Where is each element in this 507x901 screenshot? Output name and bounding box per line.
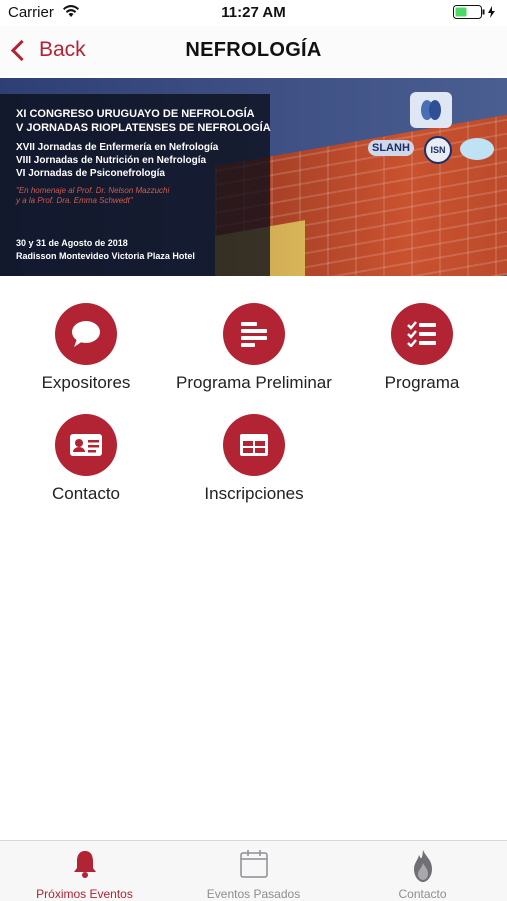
menu-item-programa[interactable]: Programa xyxy=(342,303,502,393)
tab-bar: Próximos Eventos Eventos Pasados Contact… xyxy=(0,840,507,901)
calendar-icon xyxy=(169,849,338,879)
menu-item-contacto[interactable]: Contacto xyxy=(6,414,166,504)
tab-label-contacto: Contacto xyxy=(398,887,447,901)
menu-item-expositores[interactable]: Expositores xyxy=(6,303,166,393)
checklist-icon xyxy=(391,303,453,365)
tab-label-eventos-pasados: Eventos Pasados xyxy=(206,887,301,901)
banner-title-2: V JORNADAS RIOPLATENSES DE NEFROLOGÍA xyxy=(16,122,271,134)
congress-logo-icon xyxy=(410,92,452,128)
banner-subtitle-2: VIII Jornadas de Nutrición en Nefrología xyxy=(16,155,207,166)
event-banner: XI CONGRESO URUGUAYO DE NEFROLOGÍA V JOR… xyxy=(0,78,507,276)
page-title: NEFROLOGÍA xyxy=(185,39,322,61)
navigation-bar: Back NEFROLOGÍA xyxy=(0,26,507,76)
banner-dates: 30 y 31 de Agosto de 2018 xyxy=(16,238,128,248)
menu-label-expositores: Expositores xyxy=(41,373,131,392)
menu-label-programa: Programa xyxy=(384,373,460,392)
tab-label-proximos-eventos: Próximos Eventos xyxy=(36,887,133,901)
menu-label-contacto: Contacto xyxy=(51,484,121,503)
text-lines-icon xyxy=(223,303,285,365)
banner-tribute-2: y a la Prof. Dra. Emma Schwedt" xyxy=(16,196,133,205)
tab-contacto[interactable]: Contacto xyxy=(338,841,507,901)
menu-item-inscripciones[interactable]: Inscripciones xyxy=(174,414,334,504)
banner-title-1: XI CONGRESO URUGUAYO DE NEFROLOGÍA xyxy=(16,108,255,120)
menu-label-programa-preliminar: Programa Preliminar xyxy=(176,373,332,392)
flame-icon xyxy=(338,849,507,883)
table-grid-icon xyxy=(223,414,285,476)
society-logo-icon xyxy=(460,138,494,160)
slanh-logo: SLANH xyxy=(368,140,414,156)
banner-tribute-1: "En homenaje al Prof. Dr. Nelson Mazzuch… xyxy=(16,186,170,195)
isn-logo: ISN xyxy=(424,136,452,164)
banner-subtitle-1: XVII Jornadas de Enfermería en Nefrologí… xyxy=(16,142,219,153)
speech-bubble-icon xyxy=(55,303,117,365)
banner-venue: Radisson Montevideo Victoria Plaza Hotel xyxy=(16,251,195,261)
bell-icon xyxy=(0,849,169,879)
tab-eventos-pasados[interactable]: Eventos Pasados xyxy=(169,841,338,901)
clock: 11:27 AM xyxy=(221,4,286,21)
tab-proximos-eventos[interactable]: Próximos Eventos xyxy=(0,841,169,901)
contact-card-icon xyxy=(55,414,117,476)
menu-item-programa-preliminar[interactable]: Programa Preliminar xyxy=(174,303,334,393)
banner-subtitle-3: VI Jornadas de Psiconefrología xyxy=(16,168,165,179)
battery-icon xyxy=(453,5,497,23)
status-bar: Carrier 11:27 AM xyxy=(0,0,507,26)
menu-label-inscripciones: Inscripciones xyxy=(204,484,304,503)
